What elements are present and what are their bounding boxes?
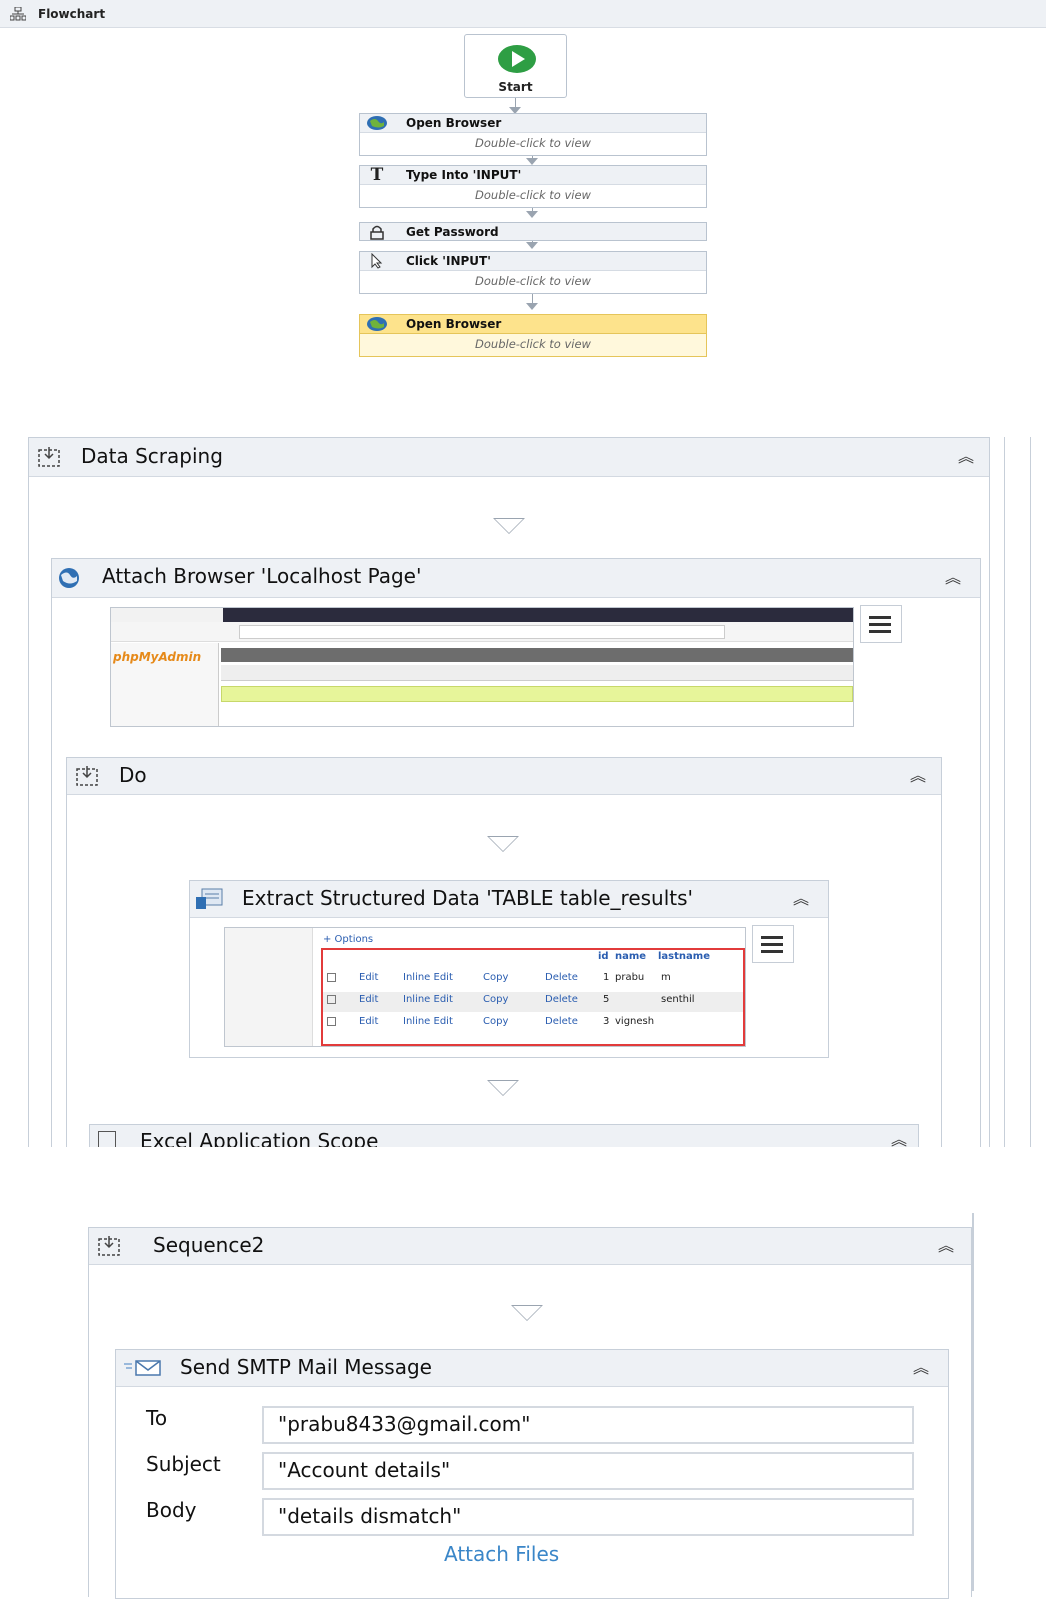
globe-icon: [59, 568, 79, 588]
flowchart-icon: [10, 7, 26, 21]
browser-screenshot-thumbnail: phpMyAdmin: [110, 607, 854, 727]
attach-files-link[interactable]: Attach Files: [444, 1542, 559, 1566]
delete-action: Delete: [545, 972, 578, 983]
cursor-icon: [371, 253, 383, 269]
cell-lastname: m: [661, 972, 671, 983]
node-label: Type Into 'INPUT': [406, 168, 522, 182]
lock-icon: [370, 225, 384, 240]
node-hint: Double-click to view: [475, 274, 591, 288]
collapse-icon[interactable]: ︽: [790, 890, 812, 908]
subject-label: Subject: [146, 1452, 221, 1476]
col-header-lastname: lastname: [658, 951, 710, 962]
flow-node-click-input[interactable]: Click 'INPUT' Double-click to view: [359, 251, 707, 294]
type-into-icon: T: [370, 165, 384, 185]
phpmyadmin-logo: phpMyAdmin: [113, 650, 202, 664]
drop-target-icon[interactable]: [511, 1305, 543, 1321]
cell-lastname: senthil: [661, 994, 695, 1005]
globe-icon: [367, 317, 387, 331]
node-label: Get Password: [406, 225, 499, 239]
collapse-icon[interactable]: ︽: [942, 569, 964, 587]
node-label: Open Browser: [406, 116, 502, 130]
scrollbar-rail: [972, 1213, 974, 1591]
table-row: Edit Inline Edit Copy Delete 1 prabu m: [323, 970, 743, 990]
collapse-icon[interactable]: ︽: [910, 1359, 932, 1377]
node-label: Click 'INPUT': [406, 254, 491, 268]
sequence-icon: [98, 1236, 120, 1256]
excel-scope-title: Excel Application Scope: [140, 1129, 379, 1147]
edit-action: Edit: [359, 972, 379, 983]
collapse-icon[interactable]: ︽: [888, 1131, 910, 1148]
cell-name: vignesh: [615, 1016, 655, 1027]
extract-data-icon: [196, 888, 223, 909]
collapse-icon[interactable]: ︽: [955, 448, 977, 466]
do-sequence[interactable]: Do ︽ Extract Structured Data 'TABLE tabl…: [66, 757, 942, 1147]
attach-browser-title: Attach Browser 'Localhost Page': [102, 564, 422, 588]
subject-field[interactable]: "Account details": [262, 1452, 914, 1490]
cell-id: 1: [603, 972, 610, 983]
delete-action: Delete: [545, 994, 578, 1005]
col-header-name: name: [615, 951, 647, 962]
edit-action: Edit: [359, 994, 379, 1005]
menu-icon[interactable]: [860, 605, 902, 643]
flow-node-type-into[interactable]: T Type Into 'INPUT' Double-click to view: [359, 165, 707, 208]
node-hint: Double-click to view: [475, 188, 591, 202]
extract-title: Extract Structured Data 'TABLE table_res…: [242, 886, 694, 910]
table-screenshot-thumbnail: + Options id name lastname Edit Inline E…: [224, 927, 746, 1047]
menu-icon[interactable]: [752, 925, 794, 963]
sequence-icon: [38, 447, 60, 467]
data-scraping-title: Data Scraping: [81, 444, 223, 468]
to-label: To: [146, 1406, 168, 1430]
drop-target-icon[interactable]: [487, 836, 519, 852]
flowchart-header: Flowchart: [0, 0, 1046, 28]
scrollbar-rail: [1004, 437, 1005, 1147]
copy-action: Copy: [483, 994, 509, 1005]
sequence2-title: Sequence2: [153, 1233, 265, 1257]
sequence-icon: [76, 766, 98, 786]
node-hint: Double-click to view: [475, 136, 591, 150]
inline-edit-action: Inline Edit: [403, 994, 453, 1005]
data-scraping-sequence[interactable]: Data Scraping ︽ Attach Browser 'Localhos…: [28, 437, 990, 1147]
extract-structured-data-activity[interactable]: Extract Structured Data 'TABLE table_res…: [189, 880, 829, 1058]
attach-browser-activity[interactable]: Attach Browser 'Localhost Page' ︽ phpMyA…: [51, 558, 981, 1147]
excel-application-scope-activity[interactable]: Excel Application Scope ︽: [89, 1124, 919, 1147]
copy-action: Copy: [483, 1016, 509, 1027]
globe-icon: [367, 116, 387, 130]
flow-node-get-password[interactable]: Get Password: [359, 222, 707, 241]
drop-target-icon[interactable]: [487, 1080, 519, 1096]
inline-edit-action: Inline Edit: [403, 1016, 453, 1027]
cell-name: prabu: [615, 972, 645, 983]
flowchart-title: Flowchart: [38, 7, 106, 21]
sequence2[interactable]: Sequence2 ︽ Send SMTP Mail Message ︽ To …: [88, 1227, 972, 1599]
cell-id: 3: [603, 1016, 610, 1027]
edit-action: Edit: [359, 1016, 379, 1027]
send-smtp-mail-activity[interactable]: Send SMTP Mail Message ︽ To "prabu8433@g…: [115, 1349, 949, 1599]
node-hint: Double-click to view: [475, 337, 591, 351]
start-node[interactable]: Start: [464, 34, 567, 98]
smtp-title: Send SMTP Mail Message: [180, 1355, 432, 1379]
scrollbar-rail: [1030, 437, 1031, 1147]
collapse-icon[interactable]: ︽: [907, 767, 929, 785]
cell-id: 5: [603, 994, 610, 1005]
table-row: Edit Inline Edit Copy Delete 5 senthil: [323, 992, 743, 1012]
flow-node-open-browser-2[interactable]: Open Browser Double-click to view: [359, 314, 707, 357]
delete-action: Delete: [545, 1016, 578, 1027]
play-icon: [498, 45, 536, 73]
do-title: Do: [119, 763, 147, 787]
drop-target-icon[interactable]: [493, 518, 525, 534]
col-header-id: id: [598, 951, 609, 962]
flow-node-open-browser-1[interactable]: Open Browser Double-click to view: [359, 113, 707, 156]
body-label: Body: [146, 1498, 197, 1522]
table-row: Edit Inline Edit Copy Delete 3 vignesh: [323, 1014, 743, 1034]
to-field[interactable]: "prabu8433@gmail.com": [262, 1406, 914, 1444]
collapse-icon[interactable]: ︽: [935, 1237, 957, 1255]
options-link: + Options: [323, 934, 374, 945]
envelope-icon: [124, 1360, 161, 1376]
start-label: Start: [498, 80, 533, 94]
excel-icon: [98, 1131, 116, 1147]
node-label: Open Browser: [406, 317, 502, 331]
inline-edit-action: Inline Edit: [403, 972, 453, 983]
body-field[interactable]: "details dismatch": [262, 1498, 914, 1536]
copy-action: Copy: [483, 972, 509, 983]
